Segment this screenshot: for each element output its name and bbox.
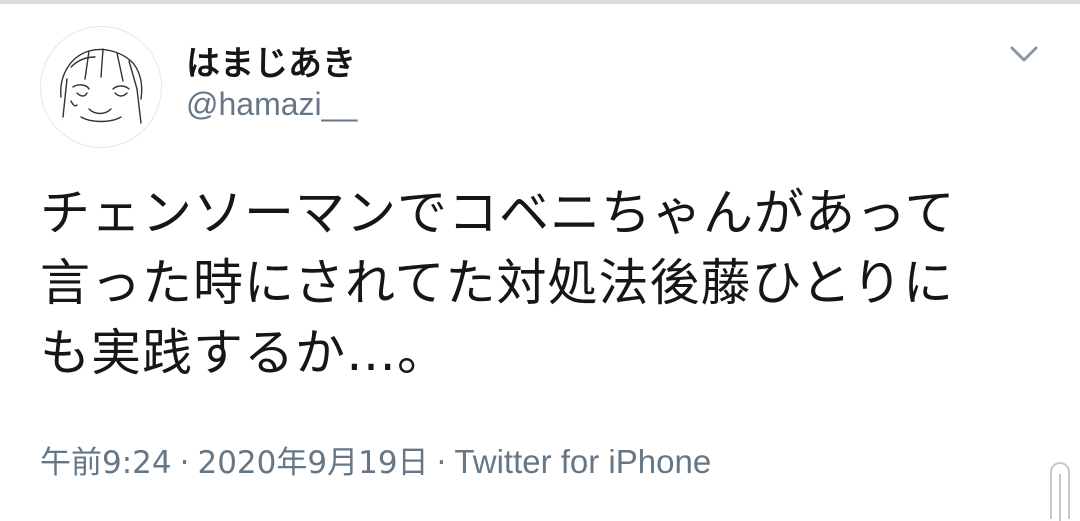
meta-separator: · bbox=[436, 445, 447, 481]
scrollbar-handle[interactable] bbox=[1050, 462, 1070, 521]
user-handle[interactable]: @hamazi__ bbox=[186, 86, 357, 123]
chevron-down-icon bbox=[1010, 46, 1038, 62]
avatar-sketch-icon bbox=[42, 28, 160, 146]
tweet-meta: 午前9:24 · 2020年9月19日 · Twitter for iPhone bbox=[40, 437, 711, 482]
tweet-text-line: 言った時にされてた対処法後藤ひとりに bbox=[40, 254, 954, 312]
tweet-text: チェンソーマンでコベニちゃんがあって 言った時にされてた対処法後藤ひとりに も実… bbox=[40, 178, 1050, 388]
tweet-date[interactable]: 2020年9月19日 bbox=[197, 445, 428, 481]
tweet-text-line: も実践するか…。 bbox=[40, 324, 448, 382]
tweet-menu-button[interactable] bbox=[1006, 40, 1042, 68]
top-divider bbox=[0, 0, 1080, 4]
tweet-source[interactable]: Twitter for iPhone bbox=[454, 443, 711, 480]
meta-separator: · bbox=[179, 445, 190, 481]
tweet-text-line: チェンソーマンでコベニちゃんがあって bbox=[40, 184, 956, 242]
display-name[interactable]: はまじあき bbox=[186, 36, 356, 85]
avatar[interactable] bbox=[40, 26, 162, 148]
tweet-time[interactable]: 午前9:24 bbox=[40, 445, 172, 481]
